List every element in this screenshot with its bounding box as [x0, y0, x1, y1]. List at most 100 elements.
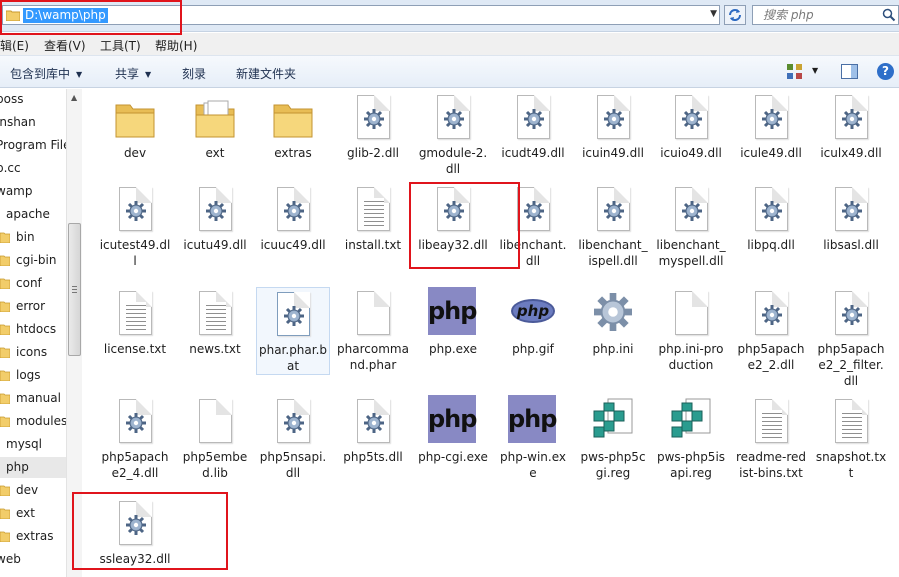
nav-item[interactable]: conf: [0, 273, 66, 294]
burn-button[interactable]: 刻录: [182, 65, 206, 82]
file-item[interactable]: icutest49.dll: [98, 183, 172, 269]
file-item[interactable]: libenchant_ispell.dll: [576, 183, 650, 269]
menu-view[interactable]: 查看(V): [44, 37, 86, 54]
chevron-down-icon[interactable]: ▼: [812, 66, 818, 75]
file-item[interactable]: icutu49.dll: [178, 183, 252, 253]
file-name: install.txt: [344, 238, 402, 252]
nav-item[interactable]: ext: [0, 503, 66, 524]
file-icon-wrapper: [588, 287, 638, 337]
search-input[interactable]: [763, 8, 883, 22]
file-item[interactable]: ext: [178, 91, 252, 161]
menu-edit[interactable]: 编辑(E): [0, 37, 29, 54]
nav-item[interactable]: cgi-bin: [0, 250, 66, 271]
scrollbar-thumb[interactable]: [68, 223, 81, 356]
file-icon-wrapper: [268, 395, 318, 445]
refresh-button[interactable]: [724, 5, 746, 25]
file-name: php-cgi.exe: [418, 450, 488, 464]
file-name: php-win.exe: [499, 450, 566, 480]
nav-item[interactable]: error: [0, 296, 66, 317]
file-item[interactable]: snapshot.txt: [814, 395, 888, 481]
file-item[interactable]: libpq.dll: [734, 183, 808, 253]
search-icon[interactable]: [882, 8, 896, 22]
file-item[interactable]: news.txt: [178, 287, 252, 357]
file-item[interactable]: pws-php5isapi.reg: [654, 395, 728, 481]
file-item[interactable]: php php-cgi.exe: [416, 395, 490, 465]
file-icon-wrapper: [110, 287, 160, 337]
file-item[interactable]: libenchant_myspell.dll: [654, 183, 728, 269]
file-item[interactable]: icuuc49.dll: [256, 183, 330, 253]
file-item[interactable]: gmodule-2.dll: [416, 91, 490, 177]
menu-tools[interactable]: 工具(T): [100, 37, 141, 54]
file-item[interactable]: php5embed.lib: [178, 395, 252, 481]
file-item[interactable]: readme-redist-bins.txt: [734, 395, 808, 481]
nav-item-label: error: [16, 299, 46, 313]
menu-help[interactable]: 帮助(H): [155, 37, 197, 54]
file-item[interactable]: icuio49.dll: [654, 91, 728, 161]
gear-icon: [126, 201, 146, 221]
file-item[interactable]: php php.exe: [416, 287, 490, 357]
file-icon-wrapper: [746, 395, 796, 445]
gear-icon: [682, 109, 702, 129]
file-item[interactable]: php5apache2_4.dll: [98, 395, 172, 481]
scroll-up-icon[interactable]: ▲: [71, 93, 77, 102]
file-item[interactable]: extras: [256, 91, 330, 161]
file-item[interactable]: php5apache2_2.dll: [734, 287, 808, 373]
file-item[interactable]: dev: [98, 91, 172, 161]
nav-item[interactable]: manual: [0, 388, 66, 409]
folder-icon: [273, 104, 313, 138]
command-toolbar: 包含到库中 ▼ 共享 ▼ 刻录 新建文件夹 ▼ ?: [0, 55, 899, 88]
file-item[interactable]: php.ini: [576, 287, 650, 357]
nav-item[interactable]: icons: [0, 342, 66, 363]
nav-item[interactable]: mysql: [0, 434, 66, 455]
file-item[interactable]: install.txt: [336, 183, 410, 253]
text-file-icon: [119, 291, 152, 335]
file-item[interactable]: php5apache2_2_filter.dll: [814, 287, 888, 389]
preview-pane-icon[interactable]: [841, 64, 858, 79]
nav-item[interactable]: Program Files: [0, 135, 77, 156]
file-item[interactable]: php.ini-production: [654, 287, 728, 373]
file-icon-wrapper: [826, 287, 876, 337]
file-item[interactable]: glib-2.dll: [336, 91, 410, 161]
nav-item[interactable]: apache: [0, 204, 66, 225]
file-icon-wrapper: [110, 91, 160, 141]
file-name: icule49.dll: [740, 146, 802, 160]
file-item[interactable]: php5ts.dll: [336, 395, 410, 465]
file-item[interactable]: php5nsapi.dll: [256, 395, 330, 481]
file-item[interactable]: license.txt: [98, 287, 172, 357]
nav-item[interactable]: wamp: [0, 181, 66, 202]
file-item[interactable]: icudt49.dll: [496, 91, 570, 161]
file-item[interactable]: phar.phar.bat: [256, 287, 330, 375]
chevron-down-icon[interactable]: ▼: [710, 9, 717, 19]
file-item[interactable]: libsasl.dll: [814, 183, 888, 253]
view-options-icon[interactable]: [786, 63, 804, 81]
file-item[interactable]: icuin49.dll: [576, 91, 650, 161]
file-item[interactable]: php php.gif: [496, 287, 570, 357]
file-icon-wrapper: php: [428, 395, 478, 445]
file-item[interactable]: pws-php5cgi.reg: [576, 395, 650, 481]
help-icon[interactable]: ?: [877, 63, 894, 80]
folder-icon: [0, 301, 10, 312]
nav-item[interactable]: web: [0, 549, 66, 570]
nav-item[interactable]: inshan: [0, 112, 66, 133]
file-item[interactable]: php php-win.exe: [496, 395, 570, 481]
nav-item[interactable]: p.cc: [0, 158, 66, 179]
file-item[interactable]: icule49.dll: [734, 91, 808, 161]
nav-item[interactable]: dev: [0, 480, 66, 501]
nav-item[interactable]: php: [0, 457, 66, 478]
nav-item[interactable]: extras: [0, 526, 66, 547]
refresh-icon: [729, 9, 741, 21]
nav-item[interactable]: boss: [0, 89, 66, 110]
folder-icon: [0, 393, 10, 404]
nav-item[interactable]: bin: [0, 227, 66, 248]
include-in-library-button[interactable]: 包含到库中 ▼: [10, 65, 82, 82]
folder-icon: [0, 416, 10, 427]
file-item[interactable]: pharcommand.phar: [336, 287, 410, 373]
search-box[interactable]: [752, 5, 899, 25]
file-item[interactable]: iculx49.dll: [814, 91, 888, 161]
share-button[interactable]: 共享 ▼: [115, 65, 151, 82]
nav-item[interactable]: htdocs: [0, 319, 66, 340]
nav-item-label: icons: [16, 345, 48, 359]
nav-item[interactable]: modules: [0, 411, 67, 432]
nav-item[interactable]: logs: [0, 365, 66, 386]
new-folder-button[interactable]: 新建文件夹: [236, 65, 296, 82]
